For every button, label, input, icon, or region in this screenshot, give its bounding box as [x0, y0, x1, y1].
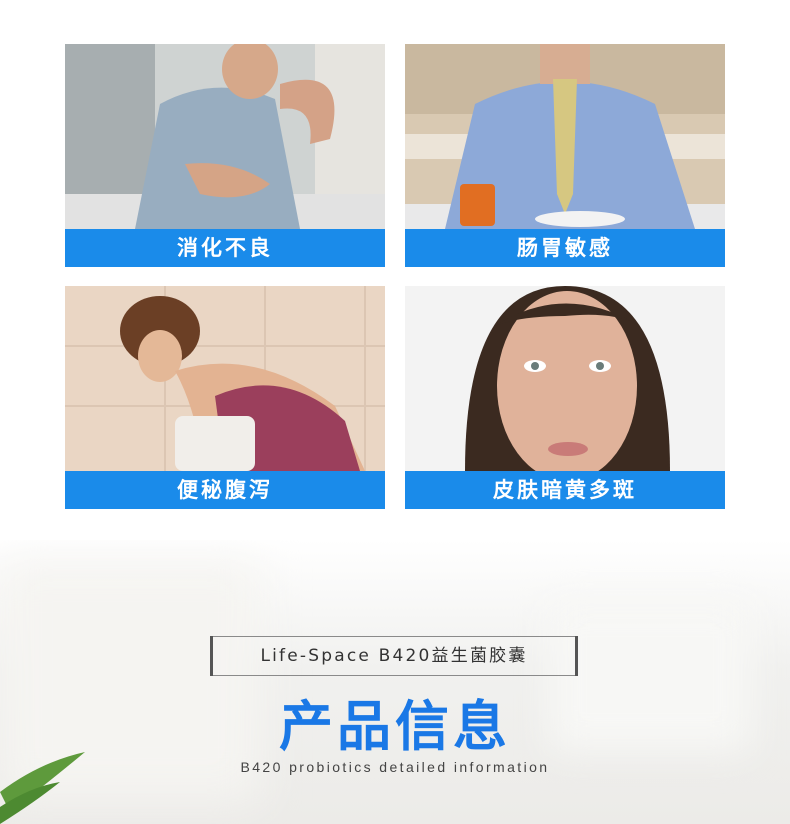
woman-bending-over-image: [65, 286, 385, 471]
symptom-label: 肠胃敏感: [405, 229, 725, 267]
symptom-card-constipation: 便秘腹泻: [65, 286, 385, 509]
symptom-label: 消化不良: [65, 229, 385, 267]
section-title: 产品信息: [279, 695, 511, 758]
product-info-banner: [0, 540, 790, 824]
symptom-card-skin-dull: 皮肤暗黄多斑: [405, 286, 725, 509]
woman-with-freckles-image: [405, 286, 725, 471]
man-in-shirt-tie-image: [405, 44, 725, 229]
symptom-card-indigestion: 消化不良: [65, 44, 385, 267]
product-name-label: Life-Space B420益生菌胶囊: [210, 636, 578, 676]
section-subtitle: B420 probiotics detailed information: [240, 759, 550, 775]
symptom-label: 便秘腹泻: [65, 471, 385, 509]
symptom-card-gut-sensitive: 肠胃敏感: [405, 44, 725, 267]
man-holding-stomach-image: [65, 44, 385, 229]
symptom-label: 皮肤暗黄多斑: [405, 471, 725, 509]
